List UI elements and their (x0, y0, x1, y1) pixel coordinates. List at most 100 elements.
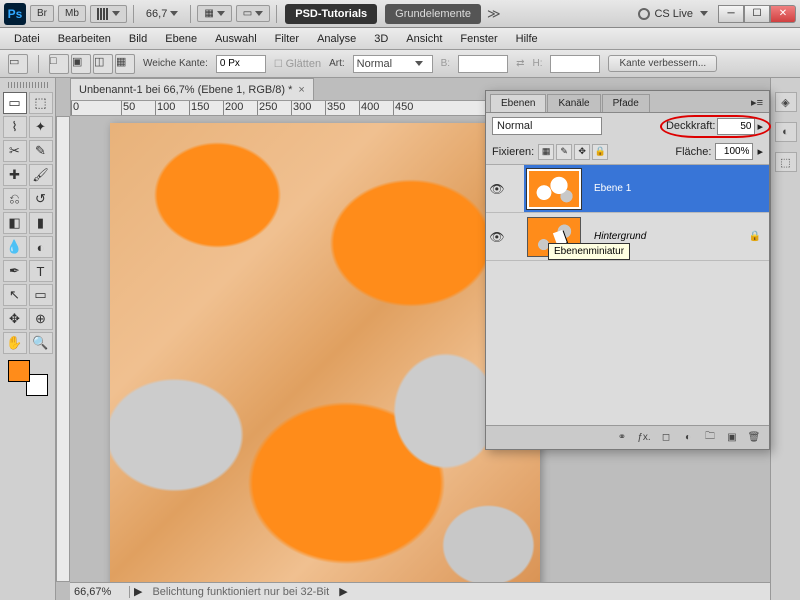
lock-label: Fixieren: (492, 146, 534, 158)
3d-camera-tool[interactable]: ⊕ (29, 308, 53, 330)
foreground-color[interactable] (8, 360, 30, 382)
new-layer-icon[interactable]: ▣ (723, 430, 741, 446)
gradient-tool[interactable]: ▮ (29, 212, 53, 234)
new-selection-icon[interactable]: □ (49, 54, 69, 74)
layer-fx-icon[interactable]: ƒx. (635, 430, 653, 446)
screen-mode-button[interactable] (90, 5, 127, 23)
arrange-docs-button[interactable]: ▭ (236, 5, 270, 22)
lasso-tool[interactable]: ⌇ (3, 116, 27, 138)
document-tab[interactable]: Unbenannt-1 bei 66,7% (Ebene 1, RGB/8) *… (70, 78, 314, 100)
layer-thumbnail[interactable] (527, 169, 581, 209)
blur-tool[interactable]: 💧 (3, 236, 27, 258)
refine-edge-button[interactable]: Kante verbessern... (608, 55, 717, 72)
menu-analyse[interactable]: Analyse (309, 30, 364, 48)
tab-pfade[interactable]: Pfade (602, 94, 650, 112)
layer-name[interactable]: Hintergrund (584, 231, 646, 242)
layer-group-icon[interactable]: 🗀 (701, 430, 719, 446)
zoom-tool[interactable]: 🔍 (29, 332, 53, 354)
antialias-checkbox: ☐ Glätten (274, 58, 321, 70)
menu-bild[interactable]: Bild (121, 30, 155, 48)
menu-datei[interactable]: Datei (6, 30, 48, 48)
view-extras-button[interactable]: ▦ (197, 5, 231, 22)
layer-name[interactable]: Ebene 1 (584, 183, 631, 194)
visibility-toggle[interactable]: 👁 (486, 230, 508, 244)
delete-layer-icon[interactable]: 🗑 (745, 430, 763, 446)
intersect-selection-icon[interactable]: ▦ (115, 54, 135, 74)
menu-hilfe[interactable]: Hilfe (508, 30, 546, 48)
pen-tool[interactable]: ✒ (3, 260, 27, 282)
cslive-button[interactable]: CS Live (638, 8, 708, 20)
width-input (458, 55, 508, 73)
status-zoom[interactable]: 66,67% (70, 586, 130, 598)
path-tool[interactable]: ↖ (3, 284, 27, 306)
maximize-button[interactable]: ☐ (744, 5, 770, 23)
eyedropper-tool[interactable]: ✎ (29, 140, 53, 162)
crop-tool[interactable]: ✂ (3, 140, 27, 162)
magic-wand-tool[interactable]: ✦ (29, 116, 53, 138)
link-layers-icon[interactable]: ⚭ (613, 430, 631, 446)
menu-ebene[interactable]: Ebene (157, 30, 205, 48)
history-brush-tool[interactable]: ↺ (29, 188, 53, 210)
workspace-more-icon[interactable]: ≫ (487, 6, 498, 22)
tab-kanaele[interactable]: Kanäle (547, 94, 600, 112)
visibility-toggle[interactable]: 👁 (486, 165, 508, 212)
layers-panel-footer: ⚭ ƒx. ◻ ◐ 🗀 ▣ 🗑 (486, 425, 769, 449)
feather-input[interactable] (216, 55, 266, 73)
minimize-button[interactable]: ─ (718, 5, 744, 23)
status-message: Belichtung funktioniert nur bei 32-Bit (146, 586, 335, 598)
layer-row[interactable]: 👁 Ebene 1 (486, 165, 769, 213)
menu-bearbeiten[interactable]: Bearbeiten (50, 30, 119, 48)
artboard[interactable] (110, 123, 540, 582)
separator (190, 5, 191, 23)
layers-list: 👁 Ebene 1 👁 Hintergrund 🔒 Ebenenminiatur (486, 165, 769, 425)
layers-panel-icon[interactable]: ◈ (775, 92, 797, 112)
brush-tool[interactable]: 🖌 (29, 164, 53, 186)
hand-tool[interactable]: ✋ (3, 332, 27, 354)
separator (276, 5, 277, 23)
menu-auswahl[interactable]: Auswahl (207, 30, 265, 48)
zoom-level[interactable]: 66,7 (140, 6, 184, 22)
lock-position-icon[interactable]: ✥ (574, 144, 590, 160)
healing-tool[interactable]: ✚ (3, 164, 27, 186)
menu-3d[interactable]: 3D (366, 30, 396, 48)
blend-mode-select[interactable]: Normal (492, 117, 602, 135)
workspace-tab-psdtutorials[interactable]: PSD-Tutorials (285, 4, 377, 24)
cslive-icon (638, 8, 650, 20)
close-icon[interactable]: × (298, 84, 304, 96)
fill-input[interactable] (715, 143, 753, 160)
bridge-button[interactable]: Br (30, 5, 54, 22)
panel-menu-icon[interactable]: ▸≡ (745, 93, 769, 112)
workspace-tab-grundelemente[interactable]: Grundelemente (385, 4, 481, 24)
adjustment-layer-icon[interactable]: ◐ (679, 430, 697, 446)
opacity-input[interactable] (717, 118, 755, 135)
panel-grip[interactable] (8, 82, 48, 88)
add-selection-icon[interactable]: ▣ (71, 54, 91, 74)
styles-panel-icon[interactable]: ⬚ (775, 152, 797, 172)
menu-fenster[interactable]: Fenster (452, 30, 505, 48)
adjustments-panel-icon[interactable]: ◐ (775, 122, 797, 142)
close-button[interactable]: ✕ (770, 5, 796, 23)
subtract-selection-icon[interactable]: ◫ (93, 54, 113, 74)
menu-ansicht[interactable]: Ansicht (398, 30, 450, 48)
move-tool[interactable]: ▭ (3, 92, 27, 114)
dodge-tool[interactable]: ◐ (29, 236, 53, 258)
layer-row[interactable]: 👁 Hintergrund 🔒 Ebenenminiatur (486, 213, 769, 261)
opacity-flyout-icon[interactable]: ▸ (757, 120, 763, 133)
3d-tool[interactable]: ✥ (3, 308, 27, 330)
color-swatches[interactable] (8, 360, 48, 396)
minibridge-button[interactable]: Mb (58, 5, 86, 22)
style-select[interactable]: Normal (353, 55, 433, 73)
lock-all-icon[interactable]: 🔒 (592, 144, 608, 160)
menu-filter[interactable]: Filter (267, 30, 307, 48)
marquee-tool[interactable]: ⬚ (29, 92, 53, 114)
fill-flyout-icon[interactable]: ▸ (757, 145, 763, 158)
type-tool[interactable]: T (29, 260, 53, 282)
lock-transparency-icon[interactable]: ▦ (538, 144, 554, 160)
lock-pixels-icon[interactable]: ✎ (556, 144, 572, 160)
shape-tool[interactable]: ▭ (29, 284, 53, 306)
layer-mask-icon[interactable]: ◻ (657, 430, 675, 446)
tool-preset-icon[interactable]: ▭ (8, 54, 28, 74)
stamp-tool[interactable]: ⎌ (3, 188, 27, 210)
tab-ebenen[interactable]: Ebenen (490, 94, 546, 112)
eraser-tool[interactable]: ◧ (3, 212, 27, 234)
